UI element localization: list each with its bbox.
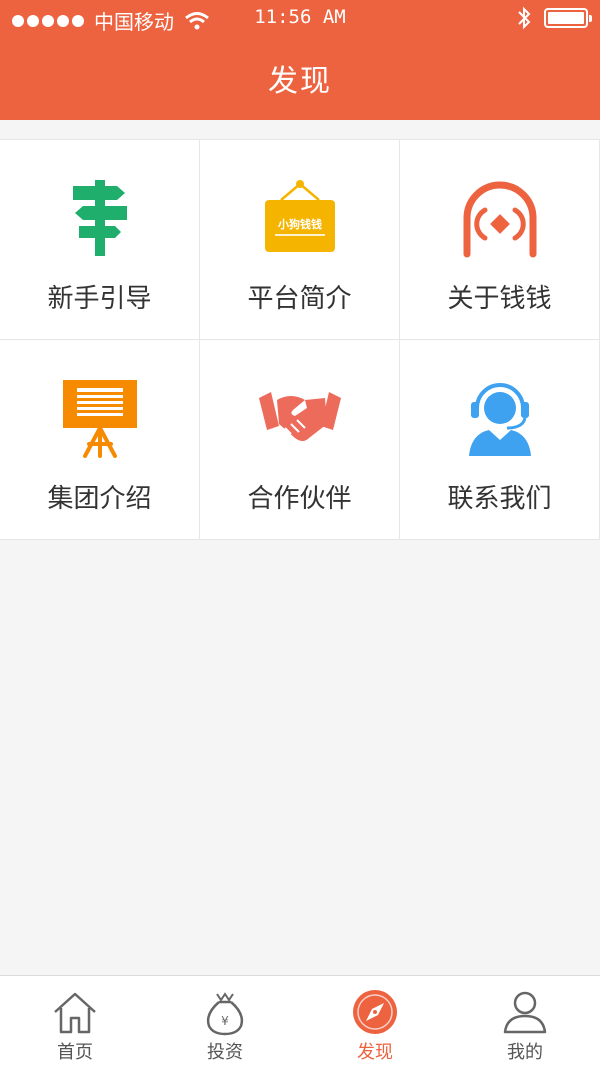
battery-icon xyxy=(544,8,592,28)
status-bar: 中国移动 11:56 AM xyxy=(0,0,600,40)
status-time: 11:56 AM xyxy=(254,6,346,28)
grid-item-label: 新手引导 xyxy=(47,284,152,314)
grid-item-contact[interactable]: 联系我们 xyxy=(400,340,600,540)
tab-label: 首页 xyxy=(57,1042,93,1063)
coin-arch-icon xyxy=(463,181,536,258)
grid-item-about[interactable]: 关于钱钱 xyxy=(400,140,600,340)
grid-item-beginner-guide[interactable]: 新手引导 xyxy=(0,140,200,340)
grid-item-platform-intro[interactable]: 小狗钱钱 平台简介 xyxy=(200,140,400,340)
tab-discover[interactable]: 发现 xyxy=(300,976,450,1067)
yuan-symbol: ¥ xyxy=(221,1014,229,1028)
grid-item-label: 合作伙伴 xyxy=(247,484,352,514)
signpost-icon xyxy=(72,180,127,256)
tab-mine[interactable]: 我的 xyxy=(450,976,600,1067)
header-bar: 中国移动 11:56 AM 发现 xyxy=(0,0,600,120)
page-title: 发现 xyxy=(268,64,332,99)
tab-bar: 首页 ¥ 投资 发现 我的 xyxy=(0,975,600,1067)
brand-sign-icon: 小狗钱钱 xyxy=(264,180,335,252)
tab-home[interactable]: 首页 xyxy=(0,976,150,1067)
handshake-icon xyxy=(258,392,341,441)
customer-service-icon xyxy=(468,383,531,456)
brand-sign-text: 小狗钱钱 xyxy=(277,217,322,231)
grid-item-label: 集团介绍 xyxy=(47,484,152,514)
money-bag-icon: ¥ xyxy=(206,992,244,1036)
tab-label: 我的 xyxy=(507,1042,543,1063)
grid-item-group-intro[interactable]: 集团介绍 xyxy=(0,340,200,540)
discover-grid: 新手引导 小狗钱钱 平台简介 关于钱钱 集团介绍 合作伙伴 联系我们 xyxy=(0,139,600,540)
presentation-board-icon xyxy=(62,380,137,458)
grid-item-label: 平台简介 xyxy=(247,284,352,314)
tab-label: 发现 xyxy=(357,1042,393,1063)
tab-invest[interactable]: ¥ 投资 xyxy=(150,976,300,1067)
grid-item-label: 联系我们 xyxy=(447,484,552,514)
grid-item-label: 关于钱钱 xyxy=(447,284,552,314)
home-icon xyxy=(54,992,96,1034)
bluetooth-icon xyxy=(518,6,531,30)
tab-label: 投资 xyxy=(207,1042,243,1063)
compass-icon xyxy=(353,990,397,1034)
grid-item-partners[interactable]: 合作伙伴 xyxy=(200,340,400,540)
user-icon xyxy=(503,991,547,1034)
